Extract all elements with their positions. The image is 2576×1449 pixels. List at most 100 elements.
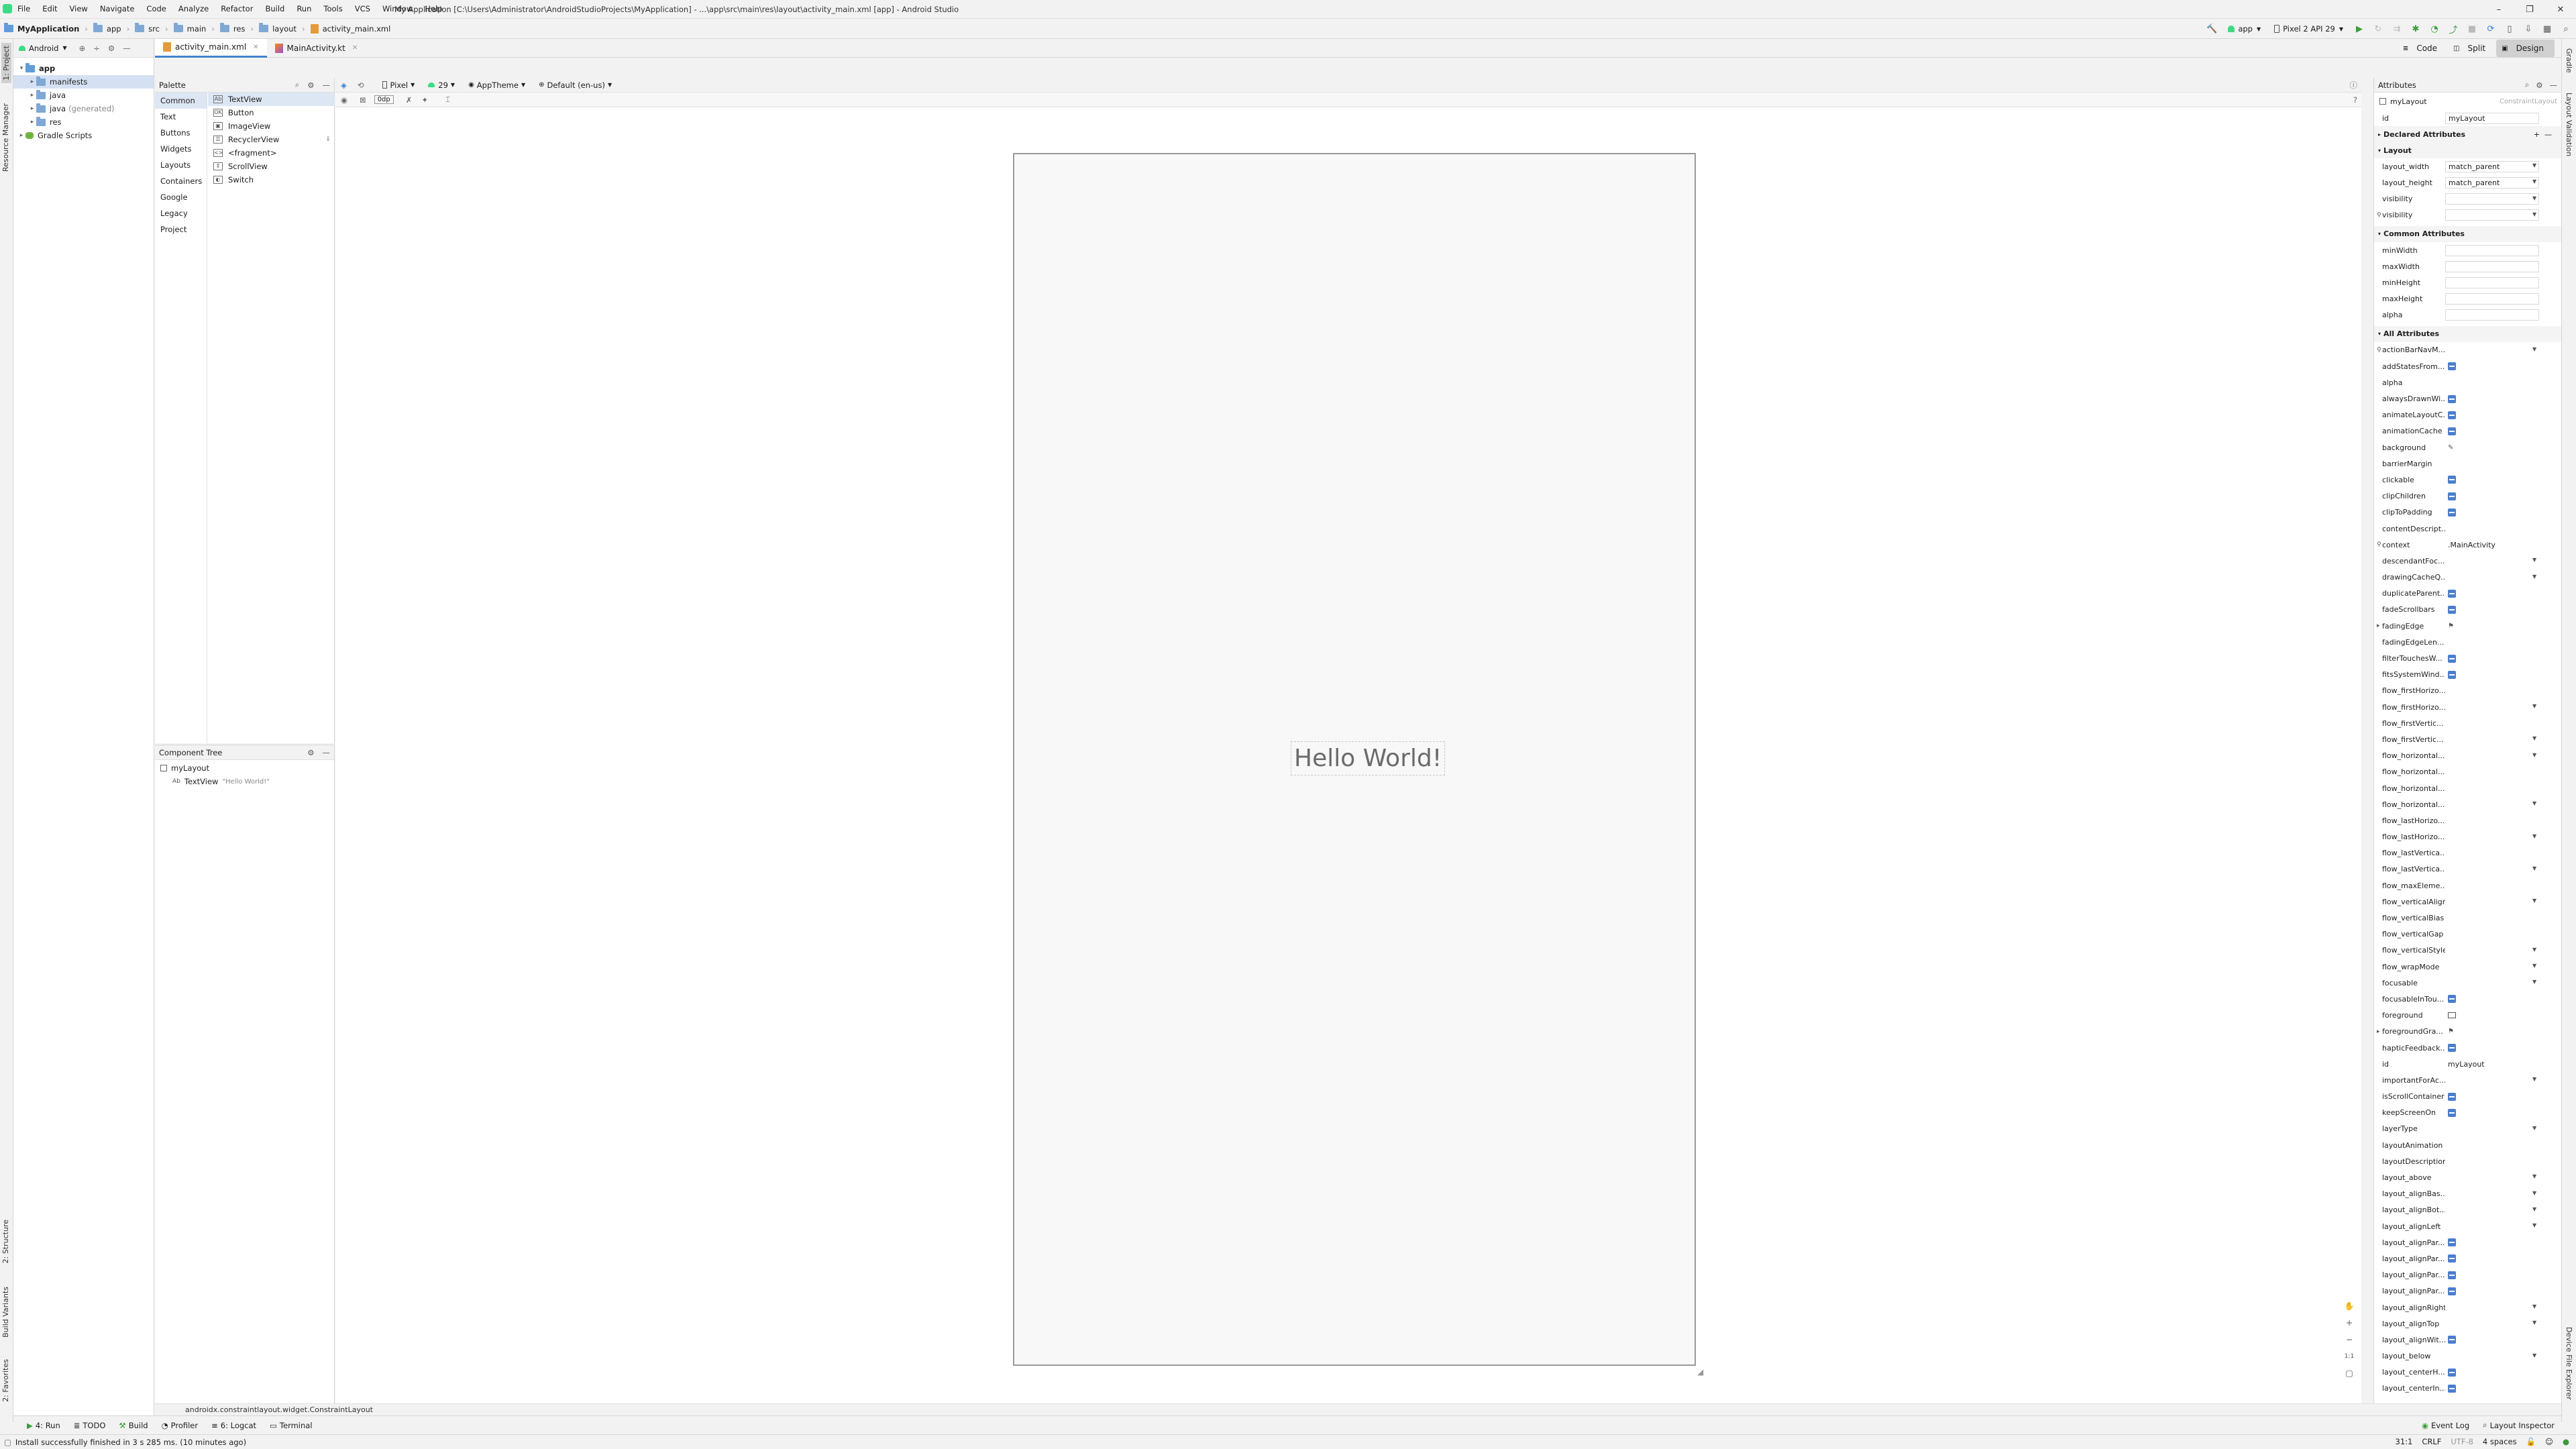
attr-value[interactable]: ⚑ bbox=[2445, 1026, 2539, 1037]
layout-inspector-button[interactable]: ⌕ Layout Inspector bbox=[2483, 1420, 2555, 1430]
lock-icon[interactable]: 🔓 bbox=[2526, 1437, 2536, 1446]
chevron-down-icon[interactable]: ▼ bbox=[2532, 178, 2536, 184]
menu-code[interactable]: Code bbox=[146, 4, 166, 13]
chevron-down-icon[interactable]: ▼ bbox=[2532, 979, 2536, 985]
palette-category-containers[interactable]: Containers bbox=[155, 173, 207, 189]
chevron-down-icon[interactable]: ▼ bbox=[2532, 211, 2536, 217]
attr-value[interactable] bbox=[2445, 734, 2539, 745]
avd-manager-icon[interactable]: ▯ bbox=[2502, 21, 2517, 36]
breadcrumb-item[interactable]: src › bbox=[135, 23, 168, 34]
hello-world-textview[interactable]: Hello World! bbox=[1291, 741, 1446, 775]
orientation-icon[interactable]: ⟲ bbox=[358, 80, 364, 90]
attr-value[interactable] bbox=[2445, 209, 2539, 221]
tree-node-root[interactable]: myLayout bbox=[155, 761, 334, 775]
run-config-select[interactable]: app ▼ bbox=[2223, 22, 2265, 36]
menu-view[interactable]: View bbox=[70, 4, 88, 13]
attr-value[interactable] bbox=[2445, 815, 2539, 826]
attr-value[interactable] bbox=[2445, 1156, 2539, 1167]
make-project-icon[interactable]: 🔨 bbox=[2204, 21, 2219, 36]
tab-mainactivity-kt[interactable]: MainActivity.kt ✕ bbox=[267, 39, 366, 58]
inspector-face-icon[interactable]: ☺ bbox=[2545, 1437, 2553, 1446]
search-icon[interactable]: ⌕ bbox=[295, 80, 299, 90]
chevron-down-icon[interactable]: ▼ bbox=[2532, 162, 2536, 168]
zoom-fit-icon[interactable]: ▢ bbox=[2341, 1365, 2357, 1382]
notifications-icon[interactable]: ● bbox=[2563, 1437, 2569, 1446]
chevron-down-icon[interactable]: ▼ bbox=[2532, 898, 2536, 904]
attr-value[interactable] bbox=[2445, 1383, 2539, 1394]
attr-value[interactable] bbox=[2445, 1172, 2539, 1183]
menu-analyze[interactable]: Analyze bbox=[178, 4, 209, 13]
chevron-down-icon[interactable]: ▼ bbox=[2532, 346, 2536, 352]
attr-value[interactable] bbox=[2445, 344, 2539, 356]
profile-icon[interactable]: ◔ bbox=[2427, 21, 2442, 36]
attr-value[interactable] bbox=[2445, 799, 2539, 810]
tree-node-textview[interactable]: Ab TextView "Hello World!" bbox=[155, 775, 334, 788]
chevron-down-icon[interactable]: ▼ bbox=[2532, 703, 2536, 709]
build-variants-tab[interactable]: Build Variants bbox=[1, 1287, 10, 1338]
menu-build[interactable]: Build bbox=[265, 4, 284, 13]
close-icon[interactable]: ✕ bbox=[2545, 0, 2576, 19]
profiler-tool-button[interactable]: ◔ Profiler bbox=[162, 1421, 199, 1430]
guidelines-icon[interactable]: ⌶ bbox=[445, 95, 450, 105]
breadcrumb-item[interactable]: main › bbox=[173, 23, 215, 34]
chevron-down-icon[interactable]: ▾ bbox=[17, 65, 25, 72]
attr-value[interactable] bbox=[2445, 1253, 2539, 1265]
help-icon[interactable]: ? bbox=[2353, 95, 2357, 105]
menu-navigate[interactable]: Navigate bbox=[100, 4, 135, 13]
zoom-out-icon[interactable]: − bbox=[2341, 1332, 2357, 1348]
chevron-down-icon[interactable]: ▼ bbox=[2532, 1173, 2536, 1179]
attr-value[interactable] bbox=[2445, 588, 2539, 599]
chevron-down-icon[interactable]: ▼ bbox=[2532, 557, 2536, 563]
attr-value[interactable] bbox=[2445, 1091, 2539, 1102]
maximize-icon[interactable]: ❐ bbox=[2514, 0, 2545, 19]
chevron-right-icon[interactable]: ▸ bbox=[2377, 1028, 2380, 1035]
attr-value[interactable] bbox=[2445, 1140, 2539, 1151]
attr-value[interactable] bbox=[2445, 718, 2539, 729]
chevron-down-icon[interactable]: ▼ bbox=[2532, 1303, 2536, 1309]
attr-value[interactable] bbox=[2445, 1042, 2539, 1054]
layout-inspector-icon[interactable]: ▦ bbox=[2540, 21, 2555, 36]
breadcrumb-item[interactable]: res › bbox=[219, 23, 254, 34]
close-tab-icon[interactable]: ✕ bbox=[352, 44, 358, 52]
layout-validation-tab[interactable]: Layout Validation bbox=[2565, 93, 2573, 156]
search-icon[interactable]: ⌕ bbox=[2525, 80, 2529, 90]
chevron-down-icon[interactable]: ▼ bbox=[2532, 195, 2536, 201]
declared-attributes-section[interactable]: ▸ Declared Attributes + — bbox=[2374, 126, 2561, 143]
chevron-down-icon[interactable]: ▼ bbox=[2532, 1222, 2536, 1228]
clear-constraints-icon[interactable]: ✗ bbox=[406, 95, 413, 105]
structure-tab[interactable]: 2: Structure bbox=[1, 1220, 10, 1263]
attr-value[interactable] bbox=[2445, 669, 2539, 680]
project-tree-item[interactable]: ▸ manifests bbox=[13, 75, 154, 89]
attr-value[interactable]: myLayout bbox=[2445, 1059, 2539, 1070]
palette-category-buttons[interactable]: Buttons bbox=[155, 125, 207, 141]
attr-value[interactable] bbox=[2445, 1302, 2539, 1313]
attr-value[interactable] bbox=[2445, 1269, 2539, 1281]
chevron-down-icon[interactable]: ▼ bbox=[2532, 574, 2536, 580]
remove-attribute-icon[interactable]: — bbox=[2544, 130, 2552, 139]
attr-value[interactable] bbox=[2445, 1188, 2539, 1199]
resize-handle-icon[interactable]: ◢ bbox=[1697, 1367, 1703, 1377]
attr-value[interactable] bbox=[2445, 293, 2539, 305]
common-attributes-section[interactable]: ▾ Common Attributes bbox=[2374, 225, 2561, 242]
chevron-down-icon[interactable]: ▼ bbox=[2532, 735, 2536, 741]
breadcrumb-item[interactable]: layout › bbox=[259, 23, 305, 34]
attr-value[interactable]: ⚑ bbox=[2445, 621, 2539, 632]
menu-vcs[interactable]: VCS bbox=[355, 4, 370, 13]
sdk-manager-icon[interactable]: ⇩ bbox=[2521, 21, 2536, 36]
attr-value[interactable] bbox=[2445, 425, 2539, 437]
hide-icon[interactable]: — bbox=[323, 80, 331, 90]
default-margin-field[interactable]: 0dp bbox=[374, 95, 394, 104]
attr-value[interactable] bbox=[2445, 458, 2539, 470]
attr-value[interactable] bbox=[2445, 490, 2539, 502]
id-field[interactable]: myLayout bbox=[2445, 112, 2539, 124]
chevron-down-icon[interactable]: ▼ bbox=[2532, 833, 2536, 839]
chevron-down-icon[interactable]: ▼ bbox=[2532, 947, 2536, 953]
event-log-button[interactable]: ◉ Event Log bbox=[2422, 1421, 2469, 1430]
attr-value[interactable] bbox=[2445, 474, 2539, 486]
hide-icon[interactable]: — bbox=[2550, 80, 2558, 90]
search-everywhere-icon[interactable]: ⌕ bbox=[2559, 21, 2573, 36]
all-attributes-section[interactable]: ▾ All Attributes bbox=[2374, 325, 2561, 342]
palette-item[interactable]: ◐ Switch bbox=[208, 173, 335, 186]
attr-value[interactable] bbox=[2445, 506, 2539, 518]
breadcrumb-item[interactable]: activity_main.xml bbox=[310, 23, 390, 34]
